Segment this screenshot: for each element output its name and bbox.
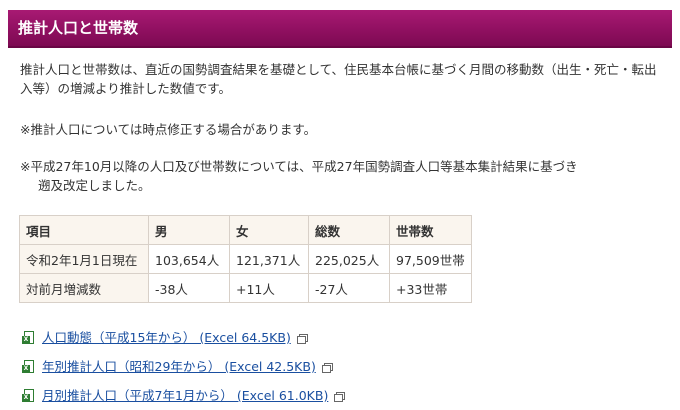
download-link-yearly-estimate[interactable]: 年別推計人口（昭和29年から） (Excel 42.5KB) [42, 359, 316, 375]
col-header-total: 総数 [308, 215, 390, 245]
table-row: 令和2年1月1日現在 103,654人 121,371人 225,025人 97… [19, 244, 472, 274]
cell-total: -27人 [308, 273, 390, 303]
download-item: X 年別推計人口（昭和29年から） (Excel 42.5KB) [22, 359, 333, 375]
excel-file-icon: X [22, 360, 36, 374]
note-census-revision: ※平成27年10月以降の人口及び世帯数については、平成27年国勢調査人口等基本集… [20, 157, 578, 195]
cell-total: 225,025人 [308, 244, 390, 274]
excel-file-icon: X [22, 331, 36, 345]
section-header: 推計人口と世帯数 [8, 10, 672, 48]
note-census-line1: ※平成27年10月以降の人口及び世帯数については、平成27年国勢調査人口等基本集… [20, 159, 578, 174]
section-title: 推計人口と世帯数 [18, 19, 139, 37]
note-census-line2: 遡及改定しました。 [38, 178, 151, 193]
download-link-monthly-estimate[interactable]: 月別推計人口（平成7年1月から） (Excel 61.0KB) [42, 388, 328, 404]
intro-paragraph: 推計人口と世帯数は、直近の国勢調査結果を基礎として、住民基本台帳に基づく月間の移… [20, 62, 657, 96]
download-item: X 人口動態（平成15年から） (Excel 64.5KB) [22, 330, 308, 346]
excel-file-icon: X [22, 389, 36, 403]
new-window-icon [321, 362, 333, 373]
col-header-female: 女 [229, 215, 309, 245]
cell-female: 121,371人 [229, 244, 309, 274]
population-table: 項目 男 女 総数 世帯数 令和2年1月1日現在 103,654人 121,37… [19, 215, 472, 303]
col-header-male: 男 [148, 215, 230, 245]
table-header-row: 項目 男 女 総数 世帯数 [19, 215, 472, 245]
new-window-icon [334, 391, 346, 402]
new-window-icon [296, 333, 308, 344]
table-row: 対前月増減数 -38人 +11人 -27人 +33世帯 [19, 273, 472, 303]
cell-female: +11人 [229, 273, 309, 303]
download-link-population-dynamics[interactable]: 人口動態（平成15年から） (Excel 64.5KB) [42, 330, 291, 346]
note-revision: ※推計人口については時点修正する場合があります。 [20, 122, 317, 137]
cell-male: 103,654人 [148, 244, 230, 274]
cell-male: -38人 [148, 273, 230, 303]
col-header-households: 世帯数 [389, 215, 472, 245]
row-label-current: 令和2年1月1日現在 [19, 244, 149, 274]
cell-households: +33世帯 [389, 273, 472, 303]
row-label-change: 対前月増減数 [19, 273, 149, 303]
col-header-item: 項目 [19, 215, 149, 245]
cell-households: 97,509世帯 [389, 244, 472, 274]
download-item: X 月別推計人口（平成7年1月から） (Excel 61.0KB) [22, 388, 346, 404]
